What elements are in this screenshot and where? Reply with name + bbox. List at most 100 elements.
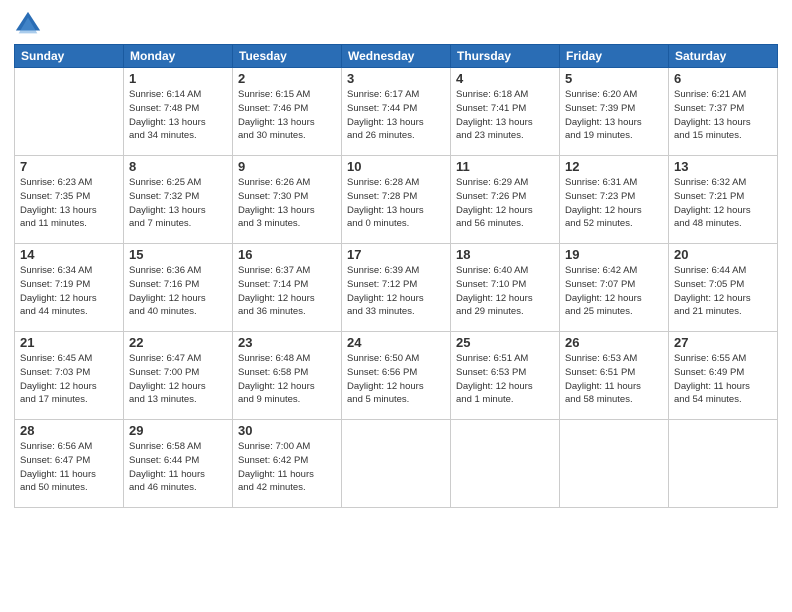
logo-icon — [14, 10, 42, 38]
calendar-cell: 8Sunrise: 6:25 AM Sunset: 7:32 PM Daylig… — [124, 156, 233, 244]
day-number: 24 — [347, 335, 445, 350]
cell-info: Sunrise: 6:17 AM Sunset: 7:44 PM Dayligh… — [347, 88, 445, 143]
day-number: 28 — [20, 423, 118, 438]
day-number: 2 — [238, 71, 336, 86]
cell-info: Sunrise: 6:26 AM Sunset: 7:30 PM Dayligh… — [238, 176, 336, 231]
calendar-cell: 6 Sunrise: 6:21 AM Sunset: 7:37 PM Daylig… — [669, 68, 778, 156]
weekday-header-sunday: Sunday — [15, 45, 124, 68]
cell-info: Sunrise: 6:15 AM Sunset: 7:46 PM Dayligh… — [238, 88, 336, 143]
day-number: 11 — [456, 159, 554, 174]
day-number: 22 — [129, 335, 227, 350]
weekday-header-friday: Friday — [560, 45, 669, 68]
cell-info: Sunrise: 6:53 AM Sunset: 6:51 PM Dayligh… — [565, 352, 663, 407]
day-number: 8 — [129, 159, 227, 174]
calendar-cell: 28Sunrise: 6:56 AM Sunset: 6:47 PM Dayli… — [15, 420, 124, 508]
calendar-cell: 29 Sunrise: 6:58 AM Sunset: 6:44 PM Dayli… — [124, 420, 233, 508]
day-number: 3 — [347, 71, 445, 86]
cell-info: Sunrise: 6:39 AM Sunset: 7:12 PM Dayligh… — [347, 264, 445, 319]
calendar-cell: 17 Sunrise: 6:39 AM Sunset: 7:12 PM Dayli… — [342, 244, 451, 332]
cell-info: Sunrise: 6:40 AM Sunset: 7:10 PM Dayligh… — [456, 264, 554, 319]
day-number: 18 — [456, 247, 554, 262]
cell-info: Sunrise: 6:14 AM Sunset: 7:48 PM Dayligh… — [129, 88, 227, 143]
cell-info: Sunrise: 6:48 AM Sunset: 6:58 PM Dayligh… — [238, 352, 336, 407]
calendar-cell — [669, 420, 778, 508]
cell-info: Sunrise: 7:00 AM Sunset: 6:42 PM Dayligh… — [238, 440, 336, 495]
calendar-cell: 1 Sunrise: 6:14 AM Sunset: 7:48 PM Daylig… — [124, 68, 233, 156]
calendar-cell: 25 Sunrise: 6:51 AM Sunset: 6:53 PM Dayli… — [451, 332, 560, 420]
day-number: 13 — [674, 159, 772, 174]
day-number: 14 — [20, 247, 118, 262]
cell-info: Sunrise: 6:18 AM Sunset: 7:41 PM Dayligh… — [456, 88, 554, 143]
cell-info: Sunrise: 6:23 AM Sunset: 7:35 PM Dayligh… — [20, 176, 118, 231]
calendar-cell: 24 Sunrise: 6:50 AM Sunset: 6:56 PM Dayli… — [342, 332, 451, 420]
cell-info: Sunrise: 6:20 AM Sunset: 7:39 PM Dayligh… — [565, 88, 663, 143]
calendar-cell: 11 Sunrise: 6:29 AM Sunset: 7:26 PM Dayli… — [451, 156, 560, 244]
cell-info: Sunrise: 6:32 AM Sunset: 7:21 PM Dayligh… — [674, 176, 772, 231]
cell-info: Sunrise: 6:55 AM Sunset: 6:49 PM Dayligh… — [674, 352, 772, 407]
week-row-0: 1 Sunrise: 6:14 AM Sunset: 7:48 PM Daylig… — [15, 68, 778, 156]
calendar-table: SundayMondayTuesdayWednesdayThursdayFrid… — [14, 44, 778, 508]
calendar-cell: 14 Sunrise: 6:34 AM Sunset: 7:19 PM Dayli… — [15, 244, 124, 332]
calendar-cell: 10 Sunrise: 6:28 AM Sunset: 7:28 PM Dayli… — [342, 156, 451, 244]
cell-info: Sunrise: 6:37 AM Sunset: 7:14 PM Dayligh… — [238, 264, 336, 319]
day-number: 23 — [238, 335, 336, 350]
day-number: 16 — [238, 247, 336, 262]
day-number: 20 — [674, 247, 772, 262]
day-number: 25 — [456, 335, 554, 350]
day-number: 29 — [129, 423, 227, 438]
day-number: 17 — [347, 247, 445, 262]
day-number: 27 — [674, 335, 772, 350]
day-number: 10 — [347, 159, 445, 174]
day-number: 19 — [565, 247, 663, 262]
calendar-cell: 18 Sunrise: 6:40 AM Sunset: 7:10 PM Dayli… — [451, 244, 560, 332]
logo — [14, 10, 44, 38]
week-row-1: 7 Sunrise: 6:23 AM Sunset: 7:35 PM Daylig… — [15, 156, 778, 244]
calendar-cell — [342, 420, 451, 508]
calendar-cell: 22 Sunrise: 6:47 AM Sunset: 7:00 PM Dayli… — [124, 332, 233, 420]
calendar-cell: 2 Sunrise: 6:15 AM Sunset: 7:46 PM Daylig… — [233, 68, 342, 156]
day-number: 1 — [129, 71, 227, 86]
day-number: 9 — [238, 159, 336, 174]
weekday-header-tuesday: Tuesday — [233, 45, 342, 68]
weekday-header-wednesday: Wednesday — [342, 45, 451, 68]
cell-info: Sunrise: 6:44 AM Sunset: 7:05 PM Dayligh… — [674, 264, 772, 319]
cell-info: Sunrise: 6:36 AM Sunset: 7:16 PM Dayligh… — [129, 264, 227, 319]
calendar-cell: 30 Sunrise: 7:00 AM Sunset: 6:42 PM Dayli… — [233, 420, 342, 508]
calendar-cell: 9 Sunrise: 6:26 AM Sunset: 7:30 PM Daylig… — [233, 156, 342, 244]
weekday-header-monday: Monday — [124, 45, 233, 68]
day-number: 15 — [129, 247, 227, 262]
cell-info: Sunrise: 6:58 AM Sunset: 6:44 PM Dayligh… — [129, 440, 227, 495]
header — [14, 10, 778, 38]
day-number: 12 — [565, 159, 663, 174]
week-row-3: 21Sunrise: 6:45 AM Sunset: 7:03 PM Dayli… — [15, 332, 778, 420]
day-number: 30 — [238, 423, 336, 438]
calendar-cell: 23 Sunrise: 6:48 AM Sunset: 6:58 PM Dayli… — [233, 332, 342, 420]
weekday-header-thursday: Thursday — [451, 45, 560, 68]
day-number: 4 — [456, 71, 554, 86]
calendar-cell: 5Sunrise: 6:20 AM Sunset: 7:39 PM Daylig… — [560, 68, 669, 156]
cell-info: Sunrise: 6:31 AM Sunset: 7:23 PM Dayligh… — [565, 176, 663, 231]
calendar-cell: 20 Sunrise: 6:44 AM Sunset: 7:05 PM Dayli… — [669, 244, 778, 332]
calendar-cell: 16 Sunrise: 6:37 AM Sunset: 7:14 PM Dayli… — [233, 244, 342, 332]
cell-info: Sunrise: 6:45 AM Sunset: 7:03 PM Dayligh… — [20, 352, 118, 407]
weekday-header-row: SundayMondayTuesdayWednesdayThursdayFrid… — [15, 45, 778, 68]
cell-info: Sunrise: 6:51 AM Sunset: 6:53 PM Dayligh… — [456, 352, 554, 407]
cell-info: Sunrise: 6:50 AM Sunset: 6:56 PM Dayligh… — [347, 352, 445, 407]
cell-info: Sunrise: 6:21 AM Sunset: 7:37 PM Dayligh… — [674, 88, 772, 143]
calendar-cell: 27 Sunrise: 6:55 AM Sunset: 6:49 PM Dayli… — [669, 332, 778, 420]
calendar-cell: 19 Sunrise: 6:42 AM Sunset: 7:07 PM Dayli… — [560, 244, 669, 332]
cell-info: Sunrise: 6:42 AM Sunset: 7:07 PM Dayligh… — [565, 264, 663, 319]
cell-info: Sunrise: 6:28 AM Sunset: 7:28 PM Dayligh… — [347, 176, 445, 231]
page: SundayMondayTuesdayWednesdayThursdayFrid… — [0, 0, 792, 612]
cell-info: Sunrise: 6:34 AM Sunset: 7:19 PM Dayligh… — [20, 264, 118, 319]
calendar-cell: 21Sunrise: 6:45 AM Sunset: 7:03 PM Dayli… — [15, 332, 124, 420]
calendar-cell: 13 Sunrise: 6:32 AM Sunset: 7:21 PM Dayli… — [669, 156, 778, 244]
calendar-cell: 7 Sunrise: 6:23 AM Sunset: 7:35 PM Daylig… — [15, 156, 124, 244]
day-number: 7 — [20, 159, 118, 174]
calendar-cell — [15, 68, 124, 156]
calendar-cell — [560, 420, 669, 508]
cell-info: Sunrise: 6:47 AM Sunset: 7:00 PM Dayligh… — [129, 352, 227, 407]
calendar-cell — [451, 420, 560, 508]
day-number: 6 — [674, 71, 772, 86]
cell-info: Sunrise: 6:29 AM Sunset: 7:26 PM Dayligh… — [456, 176, 554, 231]
